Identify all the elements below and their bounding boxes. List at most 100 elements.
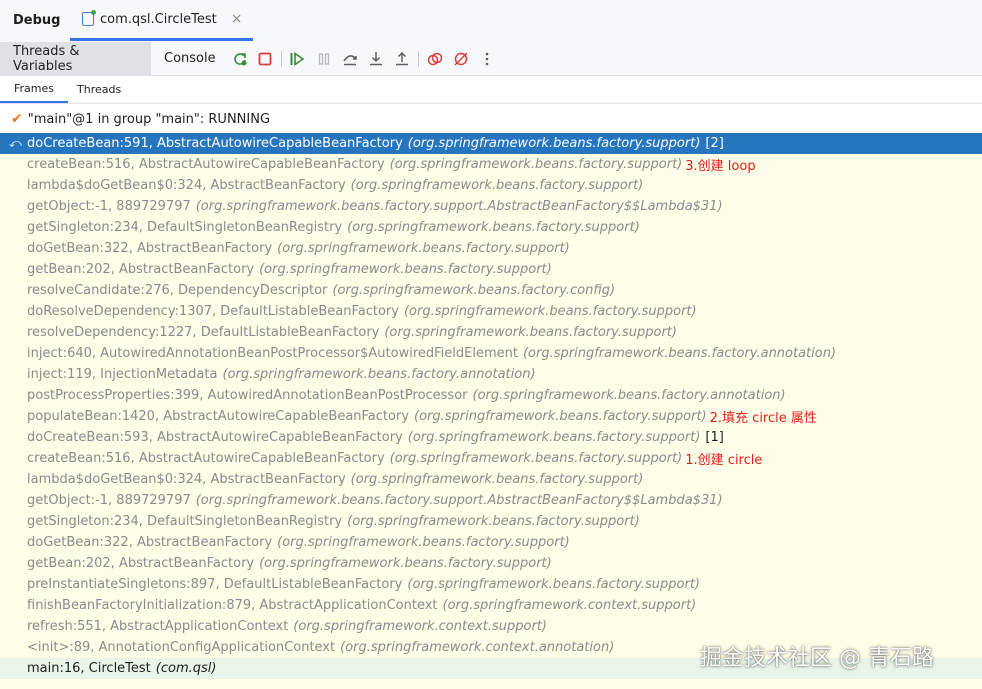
debug-tool-window-header: Debug com.qsl.CircleTest × [0, 0, 982, 43]
frame-package: (org.springframework.beans.factory.suppo… [403, 304, 697, 319]
tab-threads-variables[interactable]: Threads & Variables [0, 42, 151, 75]
frame-method: doGetBean:322, AbstractBeanFactory [27, 241, 273, 256]
frame-marker: [1] [705, 430, 724, 445]
stack-frame-row[interactable]: getSingleton:234, DefaultSingletonBeanRe… [0, 217, 982, 238]
frame-package: (org.springframework.beans.factory.suppo… [347, 514, 640, 529]
frame-package: (org.springframework.beans.factory.suppo… [259, 262, 552, 277]
frame-package: (org.springframework.context.support) [442, 598, 697, 613]
frame-method: getSingleton:234, DefaultSingletonBeanRe… [27, 220, 343, 235]
stop-icon[interactable] [257, 51, 273, 67]
tool-window-title: Debug [13, 13, 61, 28]
frame-method: createBean:516, AbstractAutowireCapableB… [27, 451, 385, 466]
toolbar-divider [418, 51, 419, 67]
frame-method: populateBean:1420, AbstractAutowireCapab… [27, 409, 410, 424]
toolbar-divider [281, 51, 282, 67]
frame-method: resolveDependency:1227, DefaultListableB… [27, 325, 380, 340]
frame-method: getBean:202, AbstractBeanFactory [27, 262, 255, 277]
stack-frame-row[interactable]: createBean:516, AbstractAutowireCapableB… [0, 154, 982, 175]
stack-frame-row[interactable]: doResolveDependency:1307, DefaultListabl… [0, 301, 982, 322]
frame-package: (org.springframework.beans.factory.suppo… [407, 136, 701, 151]
stack-frame-row[interactable]: getSingleton:234, DefaultSingletonBeanRe… [0, 511, 982, 532]
frame-package: (org.springframework.context.annotation) [340, 640, 615, 655]
frame-package: (org.springframework.beans.factory.suppo… [389, 451, 683, 466]
thread-selector[interactable]: ✔ "main"@1 in group "main": RUNNING [0, 107, 982, 131]
frame-method: main:16, CircleTest [27, 661, 151, 676]
stack-frame-row[interactable]: resolveCandidate:276, DependencyDescript… [0, 280, 982, 301]
frame-package: (org.springframework.beans.factory.annot… [522, 346, 837, 361]
stack-frame-row[interactable]: inject:119, InjectionMetadata (org.spring… [0, 364, 982, 385]
java-class-icon [82, 10, 96, 26]
frame-method: doCreateBean:593, AbstractAutowireCapabl… [27, 430, 403, 445]
mute-breakpoints-icon[interactable] [453, 51, 469, 67]
frame-package: (com.qsl) [155, 661, 217, 676]
step-into-icon[interactable] [368, 51, 384, 67]
stack-frame-row[interactable]: getObject:-1, 889729797 (org.springframew… [0, 490, 982, 511]
frame-package: (org.springframework.beans.factory.annot… [222, 367, 536, 382]
stack-frame-row[interactable]: postProcessProperties:399, AutowiredAnno… [0, 385, 982, 406]
stack-frames-list: ⤺ doCreateBean:591, AbstractAutowireCapab… [0, 133, 982, 689]
close-icon[interactable]: × [231, 11, 243, 27]
stack-frame-row[interactable]: lambda$doGetBean$0:324, AbstractBeanFact… [0, 175, 982, 196]
stack-frame-row[interactable]: doCreateBean:593, AbstractAutowireCapabl… [0, 427, 982, 448]
more-icon[interactable] [479, 51, 495, 67]
frame-package: (org.springframework.beans.factory.suppo… [350, 178, 644, 193]
frame-method: lambda$doGetBean$0:324, AbstractBeanFact… [27, 472, 346, 487]
frame-package: (org.springframework.beans.factory.suppo… [389, 157, 683, 172]
checkmark-icon: ✔ [11, 111, 23, 127]
frame-annotation: 2.填充 circle 属性 [709, 411, 817, 426]
frame-method: getBean:202, AbstractBeanFactory [27, 556, 255, 571]
frame-method: inject:119, InjectionMetadata [27, 367, 218, 382]
frame-package: (org.springframework.beans.factory.confi… [332, 283, 616, 298]
stack-frame-row[interactable]: inject:640, AutowiredAnnotationBeanPostP… [0, 343, 982, 364]
frame-package: (org.springframework.beans.factory.suppo… [195, 493, 723, 508]
frame-method: lambda$doGetBean$0:324, AbstractBeanFact… [27, 178, 346, 193]
step-out-icon[interactable] [394, 51, 410, 67]
stack-frame-row[interactable]: getObject:-1, 889729797 (org.springframew… [0, 196, 982, 217]
frame-method: resolveCandidate:276, DependencyDescript… [27, 283, 328, 298]
frame-package: (org.springframework.beans.factory.suppo… [407, 577, 700, 592]
stack-frame-row[interactable]: lambda$doGetBean$0:324, AbstractBeanFact… [0, 469, 982, 490]
frame-package: (org.springframework.beans.factory.suppo… [195, 199, 723, 214]
stack-frame-row[interactable]: preInstantiateSingletons:897, DefaultLis… [0, 574, 982, 595]
stack-frame-row[interactable]: ⤺ doCreateBean:591, AbstractAutowireCapab… [0, 133, 982, 154]
tab-console[interactable]: Console [151, 42, 229, 75]
frame-package: (org.springframework.beans.factory.suppo… [384, 325, 677, 340]
stack-frame-row[interactable]: populateBean:1420, AbstractAutowireCapab… [0, 406, 982, 427]
frame-method: doGetBean:322, AbstractBeanFactory [27, 535, 273, 550]
frame-package: (org.springframework.beans.factory.suppo… [347, 220, 640, 235]
stack-frame-row[interactable]: createBean:516, AbstractAutowireCapableB… [0, 448, 982, 469]
frame-method: refresh:551, AbstractApplicationContext [27, 619, 289, 634]
frame-method: doCreateBean:591, AbstractAutowireCapabl… [27, 136, 403, 151]
tab-frames[interactable]: Frames [0, 76, 69, 103]
stack-frame-row[interactable]: doGetBean:322, AbstractBeanFactory (org.s… [0, 532, 982, 553]
frame-method: inject:640, AutowiredAnnotationBeanPostP… [27, 346, 518, 361]
frame-marker: [2] [705, 136, 724, 151]
frames-threads-tabs: Frames Threads [0, 76, 982, 104]
view-breakpoints-icon[interactable] [427, 51, 443, 67]
frame-package: (org.springframework.beans.factory.suppo… [414, 409, 707, 424]
frame-method: finishBeanFactoryInitialization:879, Abs… [27, 598, 438, 613]
tab-threads[interactable]: Threads [63, 76, 135, 103]
frame-method: doResolveDependency:1307, DefaultListabl… [27, 304, 399, 319]
stack-frame-row[interactable]: finishBeanFactoryInitialization:879, Abs… [0, 595, 982, 616]
frame-package: (org.springframework.beans.factory.suppo… [259, 556, 552, 571]
frame-package: (org.springframework.context.support) [293, 619, 548, 634]
stack-frame-row[interactable]: doGetBean:322, AbstractBeanFactory (org.s… [0, 238, 982, 259]
frame-package: (org.springframework.beans.factory.suppo… [277, 535, 570, 550]
resume-icon[interactable] [289, 51, 305, 67]
frame-annotation: 3.创建 loop [685, 159, 756, 174]
pause-icon[interactable] [316, 51, 332, 67]
frame-annotation: 1.创建 circle [685, 453, 763, 468]
stack-frame-row[interactable]: resolveDependency:1227, DefaultListableB… [0, 322, 982, 343]
stack-frame-row[interactable]: refresh:551, AbstractApplicationContext (… [0, 616, 982, 637]
stack-frame-row[interactable]: getBean:202, AbstractBeanFactory (org.spr… [0, 553, 982, 574]
frame-method: postProcessProperties:399, AutowiredAnno… [27, 388, 468, 403]
step-over-icon[interactable] [342, 51, 358, 67]
thread-label: "main"@1 in group "main": RUNNING [27, 111, 271, 127]
tab-run-configuration[interactable]: com.qsl.CircleTest × [70, 0, 253, 41]
rerun-icon[interactable] [232, 51, 248, 67]
frame-method: getSingleton:234, DefaultSingletonBeanRe… [27, 514, 343, 529]
stack-frame-row[interactable]: getBean:202, AbstractBeanFactory (org.spr… [0, 259, 982, 280]
frame-package: (org.springframework.beans.factory.suppo… [277, 241, 570, 256]
tab-label: com.qsl.CircleTest [100, 11, 217, 27]
